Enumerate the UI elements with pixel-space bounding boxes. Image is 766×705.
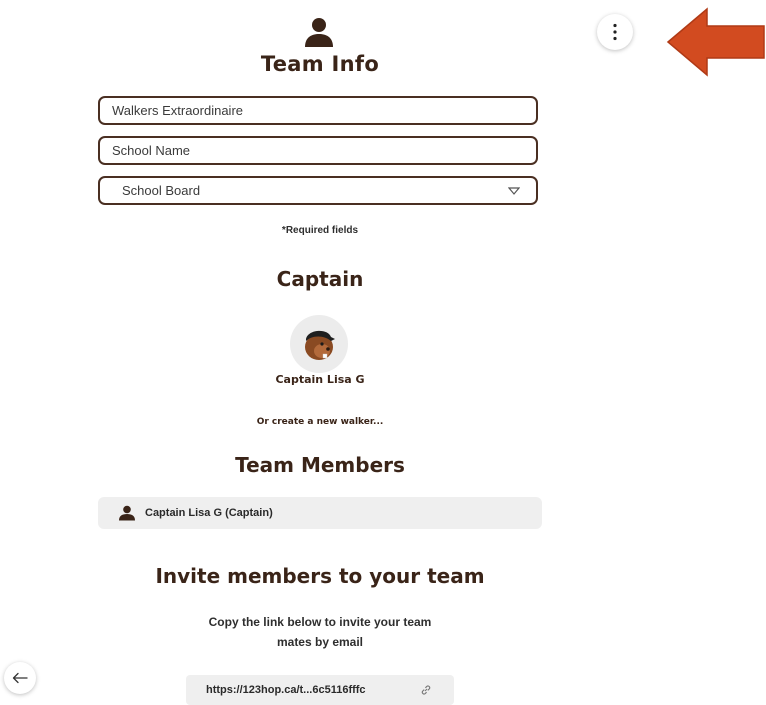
invite-link-box[interactable]: https://123hop.ca/t...6c5116fffc [186,675,454,705]
school-board-select[interactable]: School Board [98,176,538,205]
school-board-selected-value: School Board [122,183,201,198]
team-member-label: Captain Lisa G (Captain) [145,507,273,519]
person-icon [119,505,135,521]
invite-link-text: https://123hop.ca/t...6c5116fffc [206,684,366,696]
person-icon [305,18,333,47]
back-arrow-icon [12,672,28,684]
create-new-walker-link[interactable]: Or create a new walker... [200,414,440,430]
kebab-menu-icon [613,23,617,41]
school-name-input[interactable] [100,143,536,158]
invite-heading: Invite members to your team [155,564,485,588]
chevron-down-icon [508,186,520,195]
back-button[interactable] [4,662,36,694]
team-name-input[interactable] [100,103,536,118]
required-fields-note: *Required fields [281,225,359,236]
link-icon[interactable] [420,684,432,696]
captain-heading: Captain [276,267,364,291]
arrow-left-annotation-icon [666,7,765,77]
captain-avatar[interactable] [290,315,348,373]
school-name-field[interactable] [98,136,538,165]
invite-instructions: Copy the link below to invite your team … [175,612,465,652]
page-title: Team Info [260,52,380,76]
beaver-avatar-icon [305,330,335,360]
team-members-heading: Team Members [235,453,405,477]
more-options-button[interactable] [597,14,633,50]
captain-name: Captain Lisa G [275,373,365,386]
invite-instructions-line-1: Copy the link below to invite your team [208,615,432,629]
team-member-row[interactable]: Captain Lisa G (Captain) [98,497,542,529]
invite-instructions-line-2: mates by email [276,635,364,649]
team-name-field[interactable] [98,96,538,125]
